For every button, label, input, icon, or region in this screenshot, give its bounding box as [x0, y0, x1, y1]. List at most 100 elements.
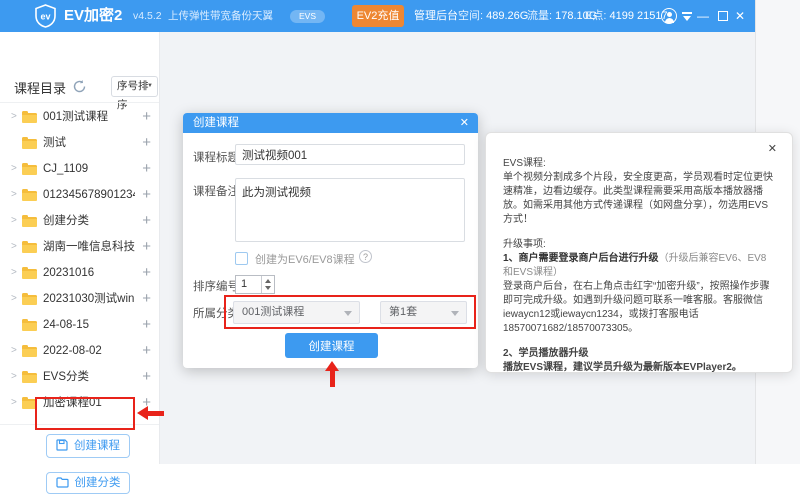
- folder-label: 001测试课程: [43, 104, 108, 130]
- folder-row[interactable]: 测试 +: [0, 130, 159, 156]
- sort-number-stepper[interactable]: 1: [235, 275, 275, 294]
- expand-chevron-icon[interactable]: >: [11, 104, 21, 130]
- add-icon[interactable]: +: [142, 234, 151, 260]
- folder-icon: [22, 139, 37, 149]
- annotation-arrow-left-bar: [148, 411, 164, 416]
- app-version: v4.5.2: [133, 0, 162, 32]
- folder-label: 24-08-15: [43, 312, 89, 338]
- folder-row[interactable]: >CJ_1109+: [0, 156, 159, 182]
- add-icon[interactable]: +: [142, 104, 151, 130]
- folder-label: 创建分类: [43, 208, 89, 234]
- annotation-arrow-left: [137, 406, 148, 420]
- folder-icon: [22, 243, 37, 253]
- upgrade-item1-body: 登录商户后台，在右上角点击红字“加密升级”，按照操作步骤即可完成升级。如遇到升级…: [503, 280, 775, 336]
- epoint-value: 4199: [609, 10, 633, 22]
- ev6-ev8-checkbox[interactable]: [235, 252, 248, 265]
- folder-label: 2022-08-02: [43, 338, 102, 364]
- minimize-button[interactable]: —: [695, 0, 711, 32]
- expand-chevron-icon[interactable]: >: [11, 364, 21, 390]
- svg-text:ev: ev: [40, 12, 50, 22]
- folder-row[interactable]: >001测试课程 +: [0, 104, 159, 130]
- expand-chevron-icon[interactable]: >: [11, 234, 21, 260]
- folder-row[interactable]: >2022-08-02 +: [0, 338, 159, 364]
- folder-row[interactable]: > EVS分类 +: [0, 364, 159, 390]
- stepper-up-icon[interactable]: [265, 279, 271, 283]
- dialog-title: 创建课程: [193, 113, 239, 133]
- submit-create-course-button[interactable]: 创建课程: [285, 333, 378, 358]
- user-avatar-icon[interactable]: [661, 8, 677, 24]
- create-course-button[interactable]: 创建课程: [46, 434, 130, 458]
- admin-backend-link[interactable]: 管理后台: [414, 0, 458, 32]
- sort-order-dropdown[interactable]: 序号排序 ▼: [111, 76, 158, 97]
- course-title-input[interactable]: [235, 144, 465, 165]
- item1-title-bold: 1、商户需要登录商户后台进行升级: [503, 253, 659, 264]
- epoint-label: E点:: [585, 10, 606, 22]
- add-icon[interactable]: +: [142, 260, 151, 286]
- app-subtitle: 上传弹性带宽备份天翼: [168, 0, 273, 32]
- dropdown-menu-icon[interactable]: [682, 12, 692, 20]
- add-icon[interactable]: +: [142, 364, 151, 390]
- add-icon[interactable]: +: [142, 286, 151, 312]
- add-icon[interactable]: +: [142, 130, 151, 156]
- add-icon[interactable]: +: [142, 208, 151, 234]
- folder-icon: [22, 217, 37, 227]
- annotation-rectangle-create-course: [35, 397, 135, 430]
- stepper-down-icon[interactable]: [265, 286, 271, 290]
- add-icon[interactable]: +: [142, 312, 151, 338]
- folder-icon: [22, 321, 37, 331]
- chevron-down-icon: ▼: [147, 77, 153, 96]
- maximize-button[interactable]: [718, 11, 728, 21]
- evs-panel-close-icon[interactable]: ✕: [768, 142, 777, 155]
- folder-icon: [22, 113, 37, 123]
- divider: [0, 102, 159, 103]
- expand-chevron-icon[interactable]: >: [11, 338, 21, 364]
- folder-label: 20231030测试win: [43, 286, 134, 312]
- folder-row[interactable]: 24-08-15 +: [0, 312, 159, 338]
- folder-icon: [22, 295, 37, 305]
- dialog-close-icon[interactable]: ✕: [460, 113, 469, 133]
- create-category-button[interactable]: 创建分类: [46, 472, 130, 494]
- add-icon[interactable]: +: [142, 338, 151, 364]
- add-icon[interactable]: +: [142, 156, 151, 182]
- app-header: ev EV加密2 v4.5.2 上传弹性带宽备份天翼 EVS EV2充值 管理后…: [0, 0, 755, 32]
- help-question-icon[interactable]: ?: [359, 250, 372, 263]
- upgrade-item2-line1: 播放EVS课程，建议学员升级为最新版本EVPlayer2。: [503, 361, 775, 373]
- expand-chevron-icon[interactable]: >: [11, 260, 21, 286]
- sort-number-value: 1: [241, 276, 247, 293]
- stepper-arrows: [261, 276, 274, 293]
- folder-label: EVS分类: [43, 364, 89, 390]
- annotation-rectangle-category: [224, 295, 476, 329]
- ev6-ev8-checkbox-label: 创建为EV6/EV8课程: [255, 251, 355, 267]
- dialog-titlebar: 创建课程 ✕: [183, 113, 478, 133]
- folder-label: 测试: [43, 130, 66, 156]
- space-stat: 空间: 489.26G: [458, 0, 528, 32]
- add-icon[interactable]: +: [142, 182, 151, 208]
- folder-row[interactable]: >0123456789012345678901+: [0, 182, 159, 208]
- space-value: 489.26G: [486, 10, 528, 22]
- folder-row[interactable]: >20231016 +: [0, 260, 159, 286]
- folder-icon: [22, 191, 37, 201]
- folder-label: 湖南一唯信息科技有限公司湖...: [43, 234, 135, 260]
- evs-heading: EVS课程:: [503, 157, 775, 171]
- space-label: 空间:: [458, 10, 483, 22]
- folder-row[interactable]: > 湖南一唯信息科技有限公司湖... +: [0, 234, 159, 260]
- folder-label: 20231016: [43, 260, 94, 286]
- folder-icon: [22, 373, 37, 383]
- upgrade-item1-title: 1、商户需要登录商户后台进行升级（升级后兼容EV6、EV8和EVS课程）: [503, 252, 775, 280]
- app-title: EV加密2: [64, 0, 122, 32]
- refresh-icon[interactable]: [72, 79, 87, 99]
- folder-row[interactable]: > 创建分类 +: [0, 208, 159, 234]
- close-button[interactable]: ✕: [732, 0, 748, 32]
- ev2-recharge-button[interactable]: EV2充值: [352, 5, 404, 27]
- expand-chevron-icon[interactable]: >: [11, 182, 21, 208]
- expand-chevron-icon[interactable]: >: [11, 286, 21, 312]
- expand-chevron-icon[interactable]: >: [11, 156, 21, 182]
- expand-chevron-icon[interactable]: >: [11, 208, 21, 234]
- traffic-label: 流量:: [527, 10, 552, 22]
- create-course-label: 创建课程: [74, 440, 120, 452]
- evs-info-panel: ✕ EVS课程: 单个视频分割成多个片段，安全度更高，学员观看时定位更快速精准，…: [485, 132, 793, 373]
- expand-chevron-icon[interactable]: >: [11, 390, 21, 416]
- evs-description: 单个视频分割成多个片段，安全度更高，学员观看时定位更快速精准，边看边缓存。此类型…: [503, 171, 775, 227]
- course-note-textarea[interactable]: 此为测试视频: [235, 178, 465, 242]
- folder-row[interactable]: >20231030测试win +: [0, 286, 159, 312]
